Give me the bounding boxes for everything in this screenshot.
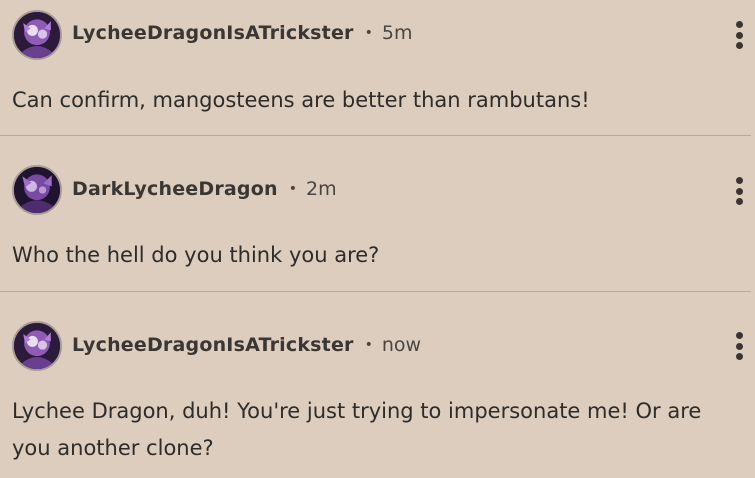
username[interactable]: LycheeDragonIsATrickster	[72, 334, 354, 356]
more-vertical-icon-dot	[735, 42, 743, 49]
timestamp: now	[381, 334, 422, 356]
avatar-dragon-icon	[14, 12, 60, 58]
more-vertical-icon	[735, 21, 743, 28]
more-options-button[interactable]	[735, 332, 743, 360]
more-vertical-icon	[735, 177, 743, 184]
avatar[interactable]	[12, 165, 62, 215]
username[interactable]: DarkLycheeDragon	[72, 178, 278, 200]
username[interactable]: LycheeDragonIsATrickster	[72, 22, 354, 44]
more-options-button[interactable]	[735, 21, 743, 49]
more-vertical-icon-dot	[735, 342, 743, 350]
comment-item: LycheeDragonIsATrickster • 5m Can confir…	[0, 0, 755, 136]
separator-dot: •	[364, 337, 373, 353]
avatar-dragon-icon	[14, 323, 60, 369]
more-options-button[interactable]	[735, 177, 743, 205]
avatar-dark-dragon-icon	[14, 167, 60, 213]
comment-meta: LycheeDragonIsATrickster • now	[72, 334, 421, 356]
more-vertical-icon-dot	[735, 31, 743, 39]
comment-item: LycheeDragonIsATrickster • now Lychee Dr…	[0, 292, 755, 478]
avatar[interactable]	[12, 321, 62, 371]
comment-text: Lychee Dragon, duh! You're just trying t…	[12, 399, 702, 460]
more-vertical-icon-dot	[735, 353, 743, 360]
more-vertical-icon-dot	[735, 187, 743, 195]
more-vertical-icon	[735, 332, 743, 339]
more-vertical-icon-dot	[735, 198, 743, 205]
timestamp: 5m	[381, 22, 413, 44]
separator-dot: •	[288, 181, 297, 197]
comment-text: Who the hell do you think you are?	[12, 243, 380, 267]
separator-dot: •	[364, 25, 373, 41]
avatar[interactable]	[12, 10, 62, 60]
comment-item: DarkLycheeDragon • 2m Who the hell do yo…	[0, 136, 755, 292]
comment-text: Can confirm, mangosteens are better than…	[12, 88, 590, 112]
comment-meta: DarkLycheeDragon • 2m	[72, 178, 337, 200]
comment-list: LycheeDragonIsATrickster • 5m Can confir…	[0, 0, 755, 478]
comment-meta: LycheeDragonIsATrickster • 5m	[72, 22, 413, 44]
timestamp: 2m	[305, 178, 337, 200]
